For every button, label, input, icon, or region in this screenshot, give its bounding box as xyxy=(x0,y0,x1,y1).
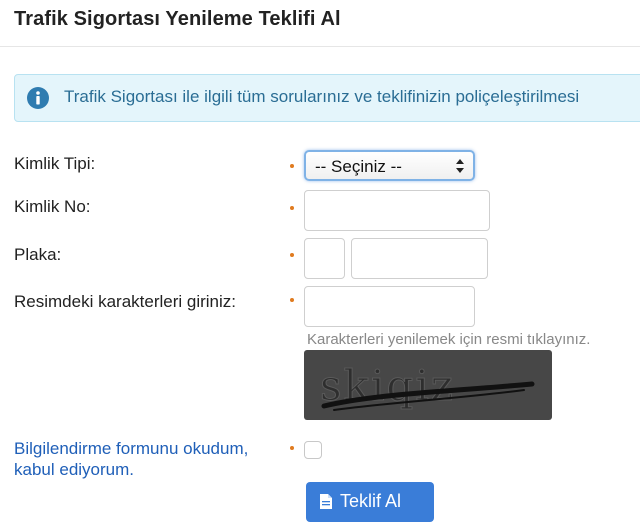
required-indicator xyxy=(290,206,294,210)
identity-type-selected: -- Seçiniz -- xyxy=(315,157,402,176)
info-alert: Trafik Sigortası ile ilgili tüm soruları… xyxy=(14,74,640,122)
required-indicator xyxy=(290,253,294,257)
document-icon xyxy=(320,494,332,509)
identity-no-label: Kimlik No: xyxy=(14,197,91,216)
captcha-input[interactable] xyxy=(304,286,475,327)
page-title: Trafik Sigortası Yenileme Teklifi Al xyxy=(14,8,341,30)
captcha-refresh-hint: Karakterleri yenilemek için resmi tıklay… xyxy=(307,331,591,348)
select-arrows-icon xyxy=(456,159,464,173)
get-quote-label: Teklif Al xyxy=(340,491,402,511)
required-indicator xyxy=(290,446,294,450)
identity-type-select[interactable]: -- Seçiniz -- xyxy=(304,150,475,181)
captcha-image[interactable]: skiqiz xyxy=(304,350,552,420)
plate-number-input[interactable] xyxy=(351,238,488,279)
info-text: Trafik Sigortası ile ilgili tüm soruları… xyxy=(64,87,580,106)
page-header: Trafik Sigortası Yenileme Teklifi Al xyxy=(0,0,640,47)
consent-checkbox[interactable] xyxy=(304,441,322,459)
plate-label: Plaka: xyxy=(14,245,62,264)
get-quote-button[interactable]: Teklif Al xyxy=(306,482,434,522)
captcha-label: Resimdeki karakterleri giriniz: xyxy=(14,292,237,311)
consent-label-line2[interactable]: kabul ediyorum. xyxy=(14,459,248,480)
info-circle-icon xyxy=(27,87,49,109)
plate-city-code-input[interactable] xyxy=(304,238,345,279)
identity-type-label: Kimlik Tipi: xyxy=(14,154,96,173)
required-indicator xyxy=(290,298,294,302)
captcha-graphic: skiqiz xyxy=(320,361,535,411)
identity-no-input[interactable] xyxy=(304,190,490,231)
consent-label-line1[interactable]: Bilgilendirme formunu okudum, xyxy=(14,438,248,459)
consent-label[interactable]: Bilgilendirme formunu okudum, kabul ediy… xyxy=(14,438,248,480)
required-indicator xyxy=(290,164,294,168)
